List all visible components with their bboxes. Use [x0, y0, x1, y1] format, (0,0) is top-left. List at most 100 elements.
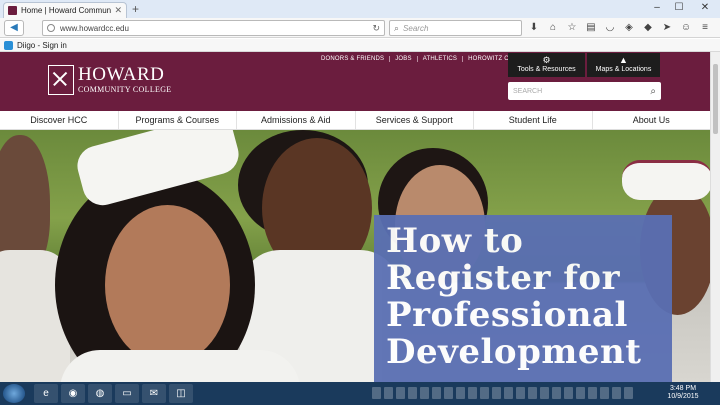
hero-line: Professional — [386, 295, 628, 335]
browser-tab-bar: Home | Howard Communit... ✕ + – ☐ ✕ — [0, 0, 720, 18]
browser-toolbar: ⬇ ⌂ ☆ ▤ ◡ ◈ ◆ ➤ ☺ ≡ — [528, 21, 711, 34]
tray-icon[interactable] — [432, 387, 441, 399]
firefox-icon[interactable]: ◍ — [88, 384, 112, 403]
tray-icon[interactable] — [588, 387, 597, 399]
tray-icon[interactable] — [600, 387, 609, 399]
tray-icon[interactable] — [372, 387, 381, 399]
nav-discover-hcc[interactable]: Discover HCC — [0, 111, 119, 129]
window-controls: – ☐ ✕ — [646, 0, 720, 16]
nav-admissions-aid[interactable]: Admissions & Aid — [237, 111, 356, 129]
logo-sub-text: COMMUNITY COLLEGE — [78, 85, 172, 94]
chrome-icon[interactable]: ◉ — [61, 384, 85, 403]
extension-icon[interactable]: ◈ — [623, 21, 635, 34]
nav-student-life[interactable]: Student Life — [474, 111, 593, 129]
reading-list-icon[interactable]: ▤ — [585, 21, 597, 34]
tools-resources-button[interactable]: ⚙ Tools & Resources — [508, 53, 585, 77]
tools-resources-label: Tools & Resources — [517, 66, 576, 73]
clock-time: 3:48 PM — [669, 385, 697, 392]
tray-icon[interactable] — [504, 387, 513, 399]
browser-search-box[interactable]: ⌕ Search — [389, 20, 522, 36]
page-scrollbar[interactable] — [710, 52, 720, 382]
back-button[interactable]: ◀ — [4, 20, 24, 36]
crest-icon — [48, 65, 74, 95]
menu-icon[interactable]: ≡ — [699, 21, 711, 34]
system-tray — [372, 387, 633, 399]
nav-about-us[interactable]: About Us — [593, 111, 711, 129]
map-icon: ▲ — [619, 55, 628, 65]
send-icon[interactable]: ➤ — [661, 21, 673, 34]
tray-icon[interactable] — [444, 387, 453, 399]
close-tab-icon[interactable]: ✕ — [114, 5, 122, 16]
site-search-placeholder: SEARCH — [513, 87, 543, 95]
diigo-icon — [4, 40, 13, 50]
download-icon[interactable]: ⬇ — [528, 21, 540, 34]
tray-icon[interactable] — [528, 387, 537, 399]
link-jobs[interactable]: JOBS — [389, 56, 416, 62]
hero-caption[interactable]: How to Register for Professional Develop… — [374, 215, 672, 382]
bookmark-star-icon[interactable]: ☆ — [566, 21, 578, 34]
tray-icon[interactable] — [396, 387, 405, 399]
browser-tab[interactable]: Home | Howard Communit... ✕ — [3, 2, 127, 18]
url-text: www.howardcc.edu — [60, 23, 129, 33]
minimize-icon[interactable]: – — [646, 0, 668, 16]
start-button[interactable] — [3, 384, 25, 403]
hero-line: How to — [386, 221, 524, 261]
close-window-icon[interactable]: ✕ — [690, 0, 720, 16]
tray-icon[interactable] — [408, 387, 417, 399]
tray-icon[interactable] — [564, 387, 573, 399]
magnifier-icon[interactable]: ⌕ — [650, 86, 656, 97]
hero-image: How to Register for Professional Develop… — [0, 130, 710, 382]
reload-icon[interactable]: ↻ — [372, 23, 380, 34]
bookmark-diigo[interactable]: Diigo - Sign in — [17, 41, 67, 50]
new-tab-icon[interactable]: + — [132, 2, 139, 16]
windows-taskbar: e ◉ ◍ ▭ ✉ ◫ 3:48 PM 10/9/2015 — [0, 382, 720, 405]
ie-icon[interactable]: e — [34, 384, 58, 403]
hero-person — [60, 350, 300, 382]
maximize-icon[interactable]: ☐ — [668, 0, 690, 16]
gear-icon: ⚙ — [542, 55, 551, 65]
browser-search-placeholder: Search — [403, 23, 429, 33]
tray-icon[interactable] — [420, 387, 429, 399]
tray-icon[interactable] — [552, 387, 561, 399]
tray-icon[interactable] — [576, 387, 585, 399]
tray-icon[interactable] — [516, 387, 525, 399]
smiley-icon[interactable]: ☺ — [680, 21, 692, 34]
tray-icon[interactable] — [468, 387, 477, 399]
nav-programs-courses[interactable]: Programs & Courses — [119, 111, 237, 129]
tray-icon[interactable] — [540, 387, 549, 399]
home-icon[interactable]: ⌂ — [547, 21, 559, 34]
addon-icon[interactable]: ◆ — [642, 21, 654, 34]
link-donors[interactable]: DONORS & FRIENDS — [316, 56, 389, 62]
taskbar-apps: e ◉ ◍ ▭ ✉ ◫ — [34, 384, 193, 403]
scrollbar-thumb[interactable] — [713, 64, 718, 134]
address-bar[interactable]: www.howardcc.edu ↻ — [42, 20, 385, 36]
maps-locations-button[interactable]: ▲ Maps & Locations — [587, 53, 660, 77]
folder-icon[interactable]: ▭ — [115, 384, 139, 403]
outlook-icon[interactable]: ✉ — [142, 384, 166, 403]
tray-icon[interactable] — [480, 387, 489, 399]
utility-links: DONORS & FRIENDS JOBS ATHLETICS HOROWITZ… — [316, 56, 535, 62]
nav-services-support[interactable]: Services & Support — [356, 111, 474, 129]
link-athletics[interactable]: ATHLETICS — [416, 56, 462, 62]
browser-nav-bar: ◀ www.howardcc.edu ↻ ⌕ Search ⬇ ⌂ ☆ ▤ ◡ … — [0, 18, 720, 38]
bookmarks-bar: Diigo - Sign in — [0, 39, 720, 52]
tray-icon[interactable] — [456, 387, 465, 399]
logo-main-text: HOWARD — [78, 64, 165, 85]
search-icon: ⌕ — [394, 22, 400, 33]
pocket-icon[interactable]: ◡ — [604, 21, 616, 34]
hero-line: Development — [386, 332, 642, 372]
site-header: HOWARD COMMUNITY COLLEGE DONORS & FRIEND… — [0, 52, 710, 111]
maps-locations-label: Maps & Locations — [595, 66, 652, 73]
site-favicon-icon — [8, 6, 17, 15]
tray-icon[interactable] — [384, 387, 393, 399]
tray-icon[interactable] — [624, 387, 633, 399]
site-search-input[interactable]: SEARCH ⌕ — [508, 82, 661, 100]
main-navigation: Discover HCC Programs & Courses Admissio… — [0, 111, 710, 130]
tray-icon[interactable] — [612, 387, 621, 399]
college-logo[interactable]: HOWARD COMMUNITY COLLEGE — [48, 65, 171, 95]
tray-icon[interactable] — [492, 387, 501, 399]
hero-line: Register for — [386, 258, 621, 298]
taskbar-clock[interactable]: 3:48 PM 10/9/2015 — [662, 385, 704, 401]
globe-icon — [47, 24, 55, 32]
app-icon[interactable]: ◫ — [169, 384, 193, 403]
